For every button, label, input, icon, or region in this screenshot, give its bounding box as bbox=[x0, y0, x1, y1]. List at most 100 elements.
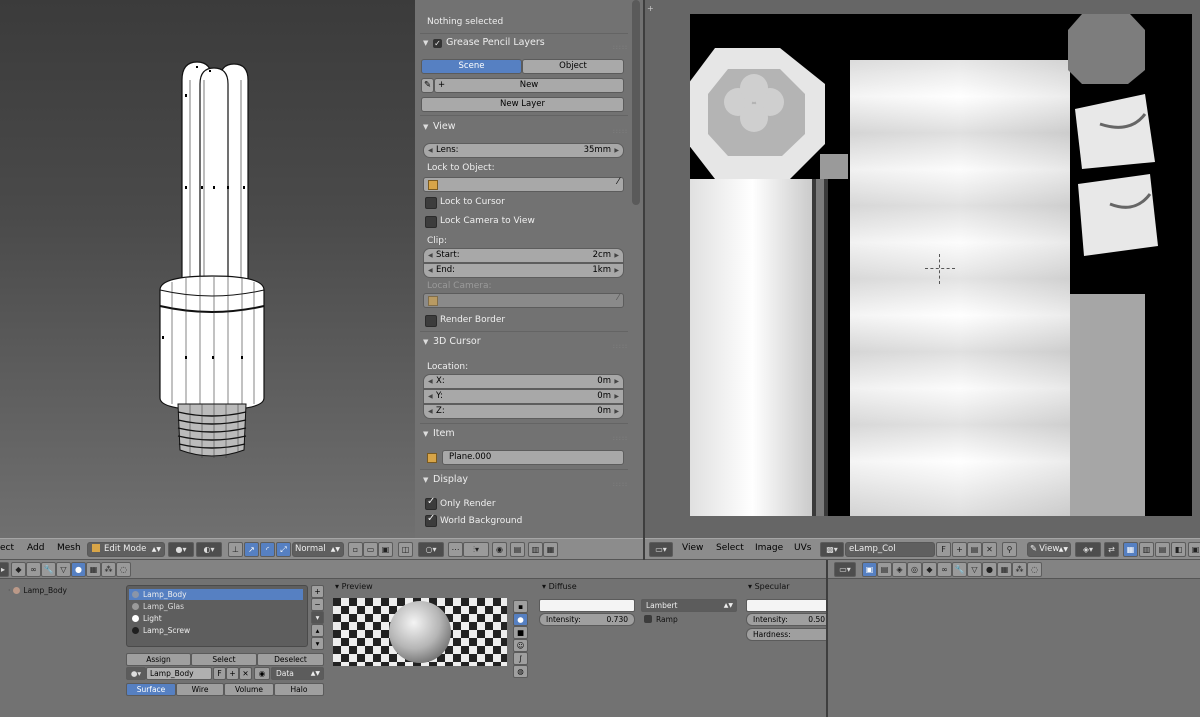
lock-to-cursor-checkbox[interactable] bbox=[425, 197, 437, 209]
assign-button[interactable]: Assign bbox=[126, 653, 191, 666]
material-browse-icon[interactable]: ●▾ bbox=[126, 667, 146, 680]
cursor-x-field[interactable]: ◀ X: 0m ▶ bbox=[423, 374, 624, 389]
move-down-icon[interactable]: ▾ bbox=[311, 637, 324, 650]
material-slot-row[interactable]: Light bbox=[129, 613, 303, 624]
screenshot-icon[interactable]: ▥ bbox=[528, 542, 543, 557]
preview-monkey-icon[interactable]: ☺ bbox=[513, 639, 528, 652]
outliner-object-row[interactable]: · Lamp_Body bbox=[8, 586, 67, 595]
sync-selection-icon[interactable]: ⇄ bbox=[1104, 542, 1119, 557]
region-toggle-plus-icon[interactable]: + bbox=[647, 4, 654, 13]
preview-sphere-icon[interactable]: ● bbox=[513, 613, 528, 626]
3d-viewport[interactable] bbox=[0, 0, 415, 538]
lock-camera-checkbox[interactable] bbox=[425, 216, 437, 228]
island-select-icon[interactable]: ◧ bbox=[1171, 542, 1186, 557]
image-browse-icon[interactable]: ▩▾ bbox=[820, 542, 844, 557]
unlink-image-icon[interactable]: ✕ bbox=[982, 542, 997, 557]
translate-icon[interactable]: ↗ bbox=[244, 542, 259, 557]
scene-tab-icon[interactable]: ◈ bbox=[892, 562, 907, 577]
new-grease-button[interactable]: + New bbox=[434, 78, 624, 93]
clip-end-field[interactable]: ◀ End: 1km ▶ bbox=[423, 263, 624, 278]
material-slot-row[interactable]: Lamp_Screw bbox=[129, 625, 303, 636]
preview-cube-icon[interactable]: ■ bbox=[513, 626, 528, 639]
sticky-mode-icon[interactable]: ▣ bbox=[1188, 542, 1200, 557]
cursor-y-field[interactable]: ◀ Y: 0m ▶ bbox=[423, 389, 624, 404]
physics-tab-icon[interactable]: ◌ bbox=[116, 562, 131, 577]
diffuse-intensity-slider[interactable]: Intensity: 0.730 bbox=[539, 613, 635, 626]
particles-tab-icon[interactable]: ⁂ bbox=[1012, 562, 1027, 577]
specular-header[interactable]: ▾ Specular bbox=[748, 582, 790, 591]
material-slot-row[interactable]: Lamp_Body bbox=[129, 589, 303, 600]
select-menu-uv[interactable]: Select bbox=[716, 543, 744, 553]
ramp-checkbox[interactable] bbox=[644, 615, 652, 623]
grease-pencil-header[interactable]: ▼ ✓ Grease Pencil Layers::::: bbox=[423, 34, 628, 52]
specular-color-swatch[interactable] bbox=[746, 599, 827, 612]
viewport-shading-icon[interactable]: ●▾ bbox=[168, 542, 194, 557]
3d-cursor-header[interactable]: ▼ 3D Cursor::::: bbox=[423, 333, 628, 351]
orientation-dropdown[interactable]: Normal ▲▼ bbox=[292, 542, 344, 557]
data-tab-icon[interactable]: ▽ bbox=[967, 562, 982, 577]
edge-select-icon[interactable]: ▭ bbox=[363, 542, 378, 557]
view-mode-dropdown[interactable]: ✎ View ▲▼ bbox=[1027, 542, 1071, 557]
cursor-z-field[interactable]: ◀ Z: 0m ▶ bbox=[423, 404, 624, 419]
particles-tab-icon[interactable]: ⁂ bbox=[101, 562, 116, 577]
manipulator-icon[interactable]: ⊥ bbox=[228, 542, 243, 557]
display-header[interactable]: ▼ Display::::: bbox=[423, 471, 628, 489]
tab-surface[interactable]: Surface bbox=[126, 683, 176, 696]
fake-user-button[interactable]: F bbox=[936, 542, 951, 557]
render-border-checkbox[interactable] bbox=[425, 315, 437, 327]
uvs-menu[interactable]: UVs bbox=[794, 543, 811, 553]
view-menu[interactable]: View bbox=[682, 543, 703, 553]
render-view-icon[interactable]: ▦ bbox=[543, 542, 558, 557]
render-layers-tab-icon[interactable]: ▤ bbox=[877, 562, 892, 577]
snap-icon[interactable]: ⋯ bbox=[448, 542, 463, 557]
pin-image-icon[interactable]: ⚲ bbox=[1002, 542, 1017, 557]
preview-header[interactable]: ▾ Preview bbox=[335, 582, 373, 591]
object-tab-icon[interactable]: ◆ bbox=[11, 562, 26, 577]
render-anim-icon[interactable]: ▤ bbox=[510, 542, 525, 557]
face-uv-select-icon[interactable]: ▤ bbox=[1155, 542, 1170, 557]
snap-element-icon[interactable]: ⫶▾ bbox=[463, 542, 489, 557]
image-menu[interactable]: Image bbox=[755, 543, 783, 553]
material-tab-icon[interactable]: ● bbox=[71, 562, 86, 577]
add-slot-button[interactable]: + bbox=[311, 585, 324, 598]
data-tab-icon[interactable]: ▽ bbox=[56, 562, 71, 577]
tab-scene[interactable]: Scene bbox=[421, 59, 522, 74]
editor-type-icon[interactable]: ▭▾ bbox=[834, 562, 856, 577]
material-fake-user[interactable]: F bbox=[213, 667, 226, 680]
texture-tab-icon[interactable]: ▦ bbox=[997, 562, 1012, 577]
limit-selection-icon[interactable]: ◫ bbox=[398, 542, 413, 557]
open-image-icon[interactable]: ▤ bbox=[967, 542, 982, 557]
eyedropper-icon[interactable]: ⁄ bbox=[617, 177, 619, 187]
tab-wire[interactable]: Wire bbox=[176, 683, 224, 696]
vertex-uv-select-icon[interactable]: ▦ bbox=[1123, 542, 1138, 557]
texture-tab-icon[interactable]: ▦ bbox=[86, 562, 101, 577]
vertex-select-icon[interactable]: ▫ bbox=[348, 542, 363, 557]
clip-start-field[interactable]: ◀ Start: 2cm ▶ bbox=[423, 248, 624, 263]
node-icon[interactable]: ◉ bbox=[254, 667, 270, 680]
tab-halo[interactable]: Halo bbox=[274, 683, 324, 696]
pivot-point-icon[interactable]: ◐▾ bbox=[196, 542, 222, 557]
render-tab-icon[interactable]: ▣ bbox=[862, 562, 877, 577]
preview-flat-icon[interactable]: ▪ bbox=[513, 600, 528, 613]
material-slots-list[interactable]: Lamp_Body Lamp_Glas Light Lamp_Screw bbox=[126, 585, 308, 647]
diffuse-shader-dropdown[interactable]: Lambert ▲▼ bbox=[641, 599, 737, 612]
remove-slot-button[interactable]: − bbox=[311, 598, 324, 611]
world-tab-icon[interactable]: ◎ bbox=[907, 562, 922, 577]
physics-tab-icon[interactable]: ◌ bbox=[1027, 562, 1042, 577]
lens-field[interactable]: ◀ Lens: 35mm ▶ bbox=[423, 143, 624, 158]
modifiers-tab-icon[interactable]: 🔧 bbox=[41, 562, 56, 577]
diffuse-header[interactable]: ▾ Diffuse bbox=[542, 582, 577, 591]
constraints-tab-icon[interactable]: ∞ bbox=[937, 562, 952, 577]
preview-hair-icon[interactable]: ∫ bbox=[513, 652, 528, 665]
diffuse-color-swatch[interactable] bbox=[539, 599, 635, 612]
eyedropper-icon[interactable]: ⁄ bbox=[617, 293, 619, 303]
link-dropdown[interactable]: Data ▲▼ bbox=[271, 667, 324, 680]
edge-uv-select-icon[interactable]: ▥ bbox=[1139, 542, 1154, 557]
select-button[interactable]: Select bbox=[191, 653, 257, 666]
deselect-button[interactable]: Deselect bbox=[257, 653, 324, 666]
slot-specials-icon[interactable]: ▾ bbox=[311, 611, 324, 624]
pin-icon[interactable]: ▸ bbox=[0, 562, 9, 577]
item-name-field[interactable]: Plane.000 bbox=[442, 450, 624, 465]
mode-dropdown[interactable]: Edit Mode ▲▼ bbox=[87, 542, 165, 557]
editor-type-icon[interactable]: ▭▾ bbox=[649, 542, 673, 557]
